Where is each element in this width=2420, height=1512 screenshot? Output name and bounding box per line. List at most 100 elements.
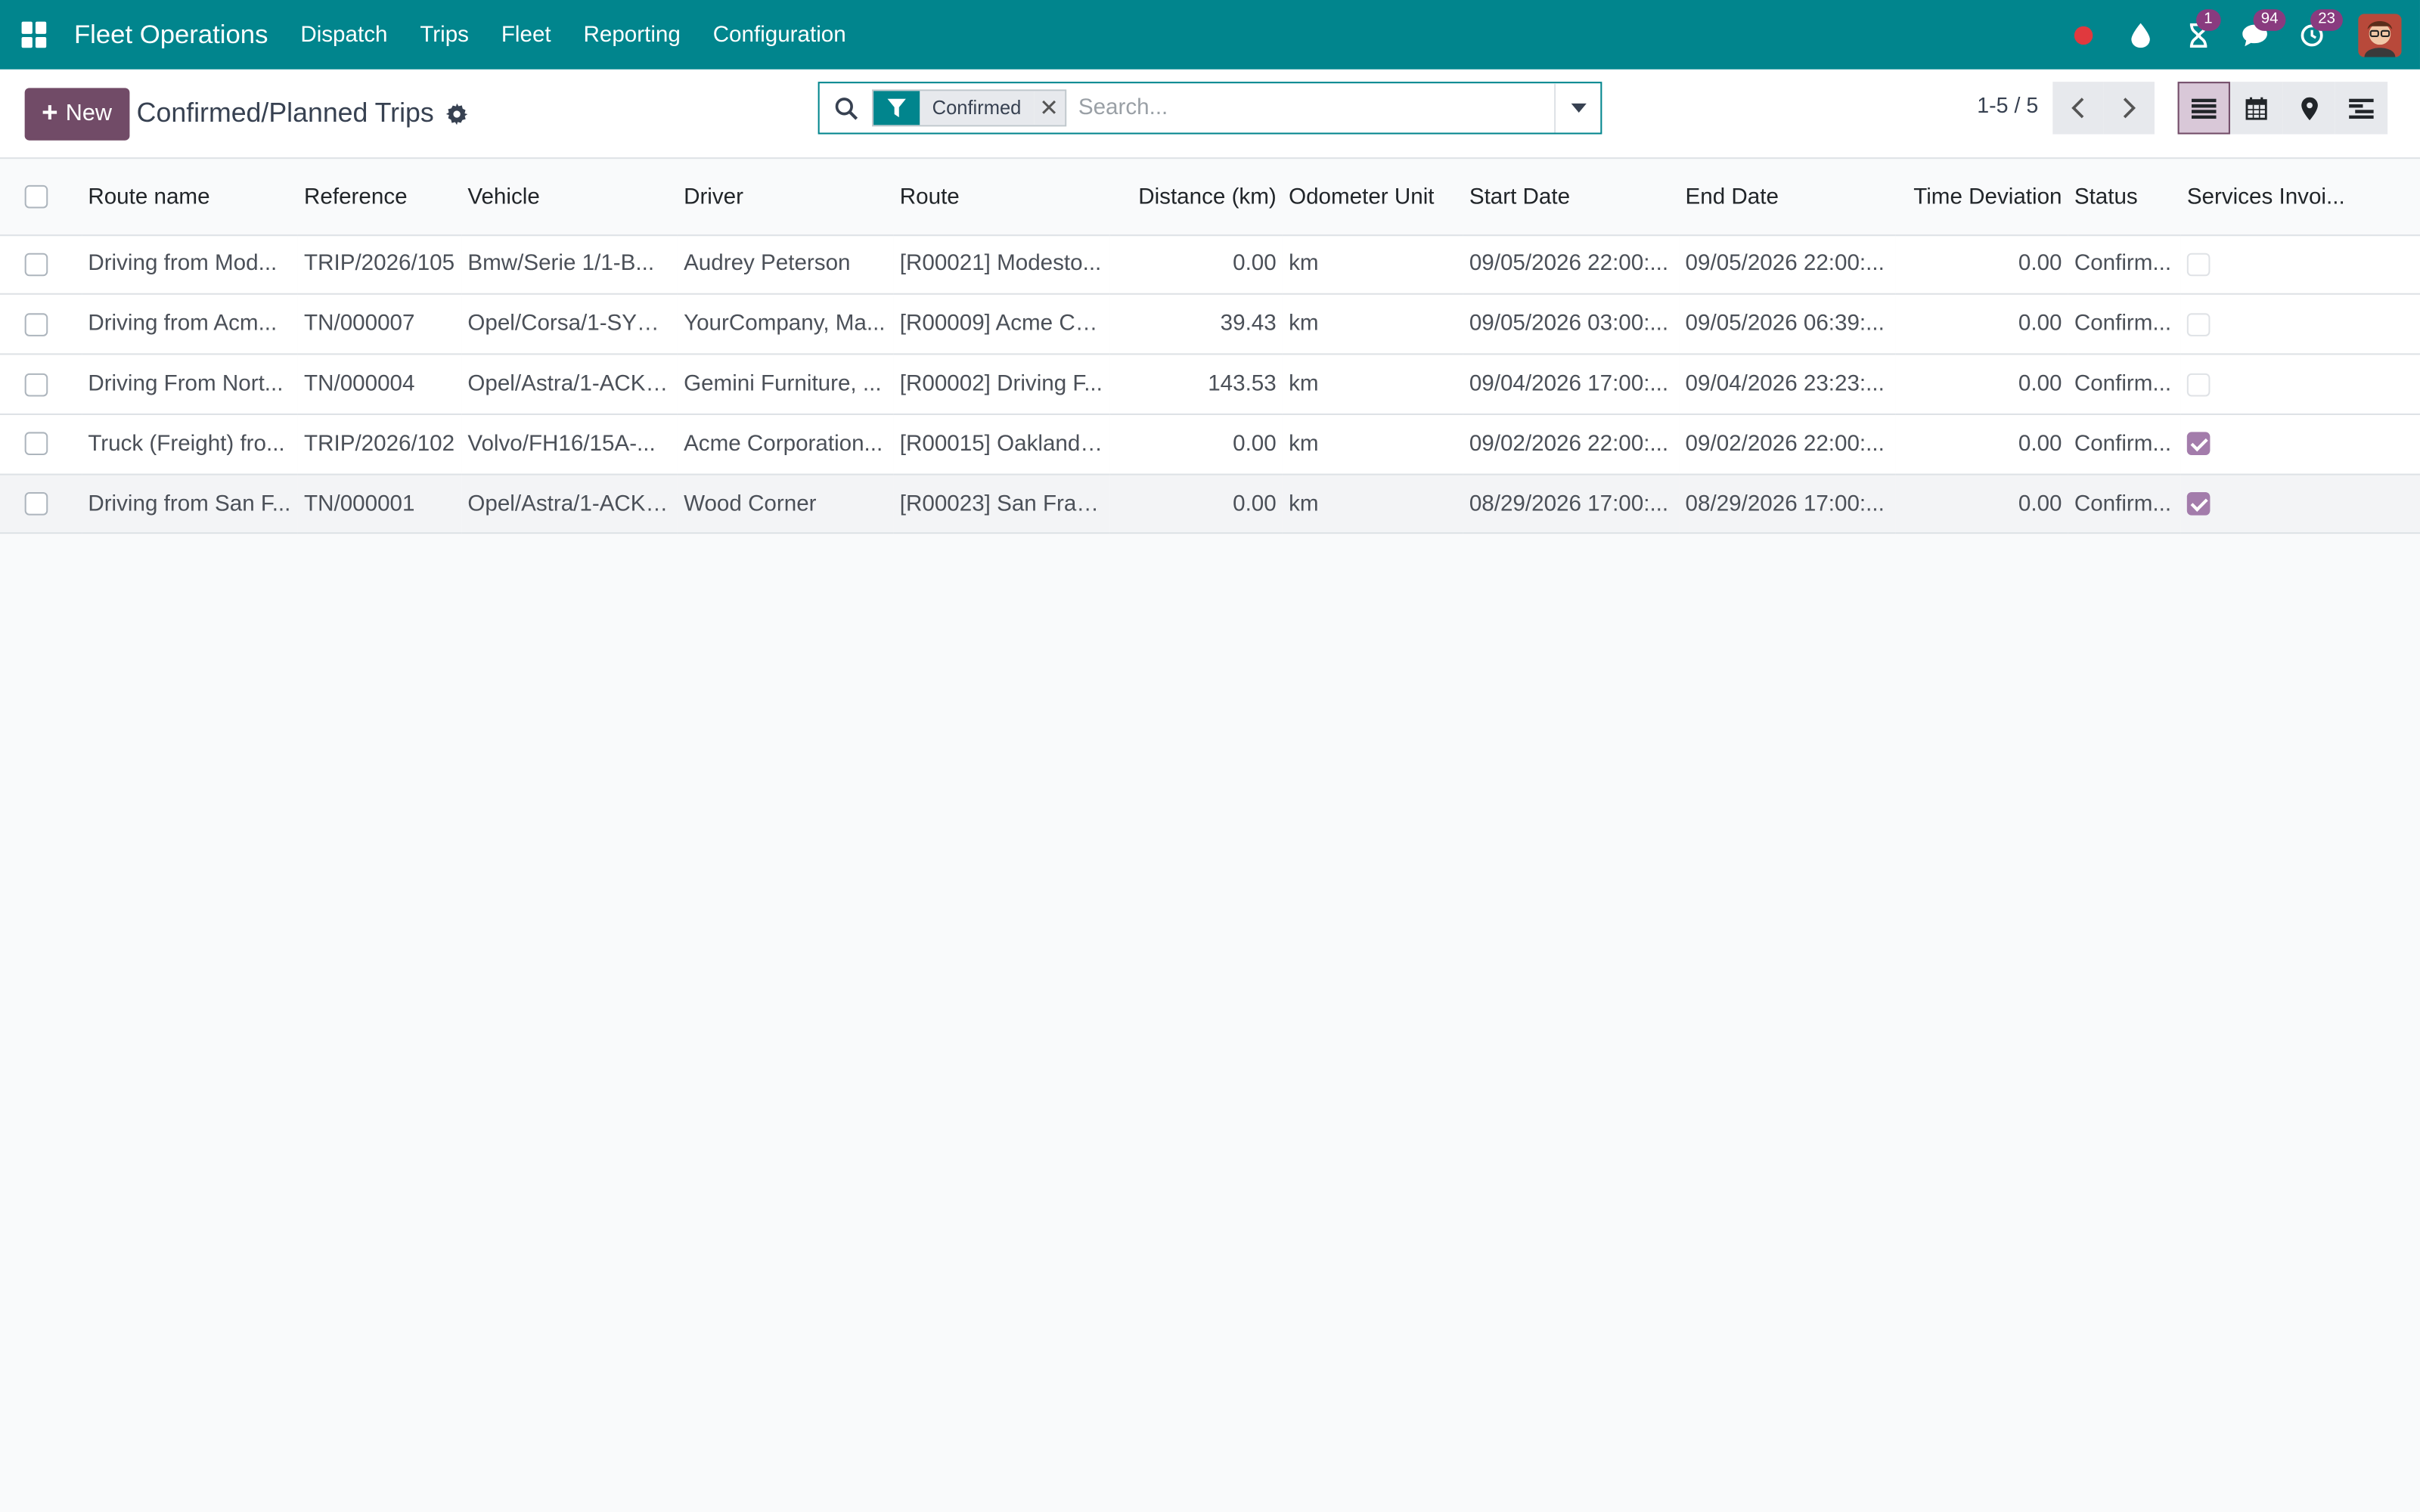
gear-icon[interactable] — [446, 102, 468, 125]
select-all-checkbox[interactable] — [24, 185, 48, 209]
cell-unit[interactable]: km — [1283, 294, 1463, 354]
col-distance[interactable]: Distance (km) — [1109, 160, 1283, 236]
cell-distance[interactable]: 143.53 — [1109, 355, 1283, 414]
cell-driver[interactable]: Wood Corner — [678, 474, 894, 534]
cell-start-date[interactable]: 09/04/2026 17:00:... — [1463, 355, 1680, 414]
cell-vehicle[interactable]: Opel/Corsa/1-SYN... — [461, 294, 678, 354]
cell-start-date[interactable]: 09/02/2026 22:00:... — [1463, 414, 1680, 474]
cell-start-date[interactable]: 08/29/2026 17:00:... — [1463, 474, 1680, 534]
cell-unit[interactable]: km — [1283, 414, 1463, 474]
col-start-date[interactable]: Start Date — [1463, 160, 1680, 236]
cell-driver[interactable]: YourCompany, Ma... — [678, 294, 894, 354]
cell-time-deviation[interactable]: 0.00 — [1895, 234, 2068, 294]
cell-distance[interactable]: 0.00 — [1109, 474, 1283, 534]
cell-start-date[interactable]: 09/05/2026 22:00:... — [1463, 234, 1680, 294]
col-route[interactable]: Route — [893, 160, 1110, 236]
calendar-view-button[interactable] — [2229, 82, 2283, 135]
search-input[interactable] — [1066, 95, 1555, 121]
cell-status[interactable]: Confirm... — [2068, 474, 2181, 534]
table-row[interactable]: Driving from San F... TN/000001 Opel/Ast… — [0, 473, 2420, 534]
cell-route-name[interactable]: Driving from Acm... — [82, 294, 298, 354]
row-checkbox[interactable] — [24, 373, 48, 396]
remove-facet-icon[interactable]: ✕ — [1033, 91, 1065, 125]
cell-status[interactable]: Confirm... — [2068, 355, 2181, 414]
messages-icon[interactable]: 94 — [2239, 8, 2286, 51]
cell-time-deviation[interactable]: 0.00 — [1895, 294, 2068, 354]
menu-dispatch[interactable]: Dispatch — [300, 23, 387, 48]
cell-route-name[interactable]: Driving From Nort... — [82, 355, 298, 414]
table-row[interactable]: Truck (Freight) fro... TRIP/2026/102 Vol… — [0, 414, 2420, 474]
col-route-name[interactable]: Route name — [82, 160, 298, 236]
cell-end-date[interactable]: 09/02/2026 22:00:... — [1679, 414, 1895, 474]
table-row[interactable]: Driving from Acm... TN/000007 Opel/Corsa… — [0, 294, 2420, 355]
col-driver[interactable]: Driver — [677, 160, 894, 236]
cell-start-date[interactable]: 09/05/2026 03:00:... — [1463, 294, 1680, 354]
col-odometer-unit[interactable]: Odometer Unit — [1282, 160, 1463, 236]
menu-trips[interactable]: Trips — [420, 23, 469, 48]
cell-driver[interactable]: Acme Corporation... — [678, 414, 894, 474]
row-checkbox[interactable] — [24, 492, 48, 516]
col-vehicle[interactable]: Vehicle — [461, 160, 678, 236]
cell-route[interactable]: [R00015] Oakland ... — [894, 414, 1110, 474]
cell-status[interactable]: Confirm... — [2068, 294, 2181, 354]
cell-end-date[interactable]: 09/05/2026 22:00:... — [1679, 234, 1895, 294]
cell-route-name[interactable]: Driving from Mod... — [82, 234, 298, 294]
cell-route[interactable]: [R00002] Driving F... — [894, 355, 1110, 414]
cell-route-name[interactable]: Driving from San F... — [82, 474, 298, 534]
cell-distance[interactable]: 0.00 — [1109, 414, 1283, 474]
apps-menu-icon[interactable] — [21, 21, 48, 48]
hourglass-icon[interactable]: 1 — [2183, 8, 2220, 51]
gantt-view-button[interactable] — [2335, 82, 2388, 135]
pager-value[interactable]: 1-5 / 5 — [1977, 92, 2038, 117]
cell-end-date[interactable]: 09/05/2026 06:39:... — [1679, 294, 1895, 354]
pager-previous-button[interactable] — [2052, 82, 2104, 135]
col-reference[interactable]: Reference — [297, 160, 462, 236]
list-view-button[interactable] — [2177, 82, 2230, 135]
cell-driver[interactable]: Gemini Furniture, ... — [678, 355, 894, 414]
cell-end-date[interactable]: 08/29/2026 17:00:... — [1679, 474, 1895, 534]
cell-distance[interactable]: 39.43 — [1109, 294, 1283, 354]
recording-icon[interactable] — [2068, 20, 2099, 51]
cell-vehicle[interactable]: Opel/Astra/1-ACK-... — [461, 474, 678, 534]
cell-reference[interactable]: TN/000007 — [298, 294, 461, 354]
cell-vehicle[interactable]: Bmw/Serie 1/1-B... — [461, 234, 678, 294]
cell-reference[interactable]: TRIP/2026/102 — [298, 414, 461, 474]
col-time-deviation[interactable]: Time Deviation — [1895, 160, 2068, 236]
cell-distance[interactable]: 0.00 — [1109, 234, 1283, 294]
pager-next-button[interactable] — [2103, 82, 2155, 135]
cell-unit[interactable]: km — [1283, 355, 1463, 414]
cell-route[interactable]: [R00009] Acme Co... — [894, 294, 1110, 354]
drop-icon[interactable] — [2125, 20, 2156, 51]
cell-reference[interactable]: TRIP/2026/105 — [298, 234, 461, 294]
row-checkbox[interactable] — [24, 432, 48, 456]
cell-status[interactable]: Confirm... — [2068, 414, 2181, 474]
menu-fleet[interactable]: Fleet — [501, 23, 551, 48]
cell-route[interactable]: [R00023] San Fran... — [894, 474, 1110, 534]
col-end-date[interactable]: End Date — [1679, 160, 1896, 236]
menu-configuration[interactable]: Configuration — [713, 23, 846, 48]
table-row[interactable]: Driving From Nort... TN/000004 Opel/Astr… — [0, 354, 2420, 414]
col-status[interactable]: Status — [2068, 160, 2181, 236]
timer-icon[interactable]: 23 — [2297, 8, 2344, 51]
cell-vehicle[interactable]: Opel/Astra/1-ACK-... — [461, 355, 678, 414]
cell-status[interactable]: Confirm... — [2068, 234, 2181, 294]
row-checkbox[interactable] — [24, 312, 48, 336]
cell-reference[interactable]: TN/000004 — [298, 355, 461, 414]
user-avatar[interactable] — [2358, 13, 2402, 57]
cell-time-deviation[interactable]: 0.00 — [1895, 474, 2068, 534]
cell-end-date[interactable]: 09/04/2026 23:23:... — [1679, 355, 1895, 414]
cell-unit[interactable]: km — [1283, 474, 1463, 534]
cell-time-deviation[interactable]: 0.00 — [1895, 355, 2068, 414]
cell-route-name[interactable]: Truck (Freight) fro... — [82, 414, 298, 474]
col-services-invoiced[interactable]: Services Invoi... — [2180, 160, 2420, 236]
cell-time-deviation[interactable]: 0.00 — [1895, 414, 2068, 474]
cell-reference[interactable]: TN/000001 — [298, 474, 461, 534]
map-view-button[interactable] — [2282, 82, 2335, 135]
table-row[interactable]: Driving from Mod... TRIP/2026/105 Bmw/Se… — [0, 234, 2420, 295]
cell-vehicle[interactable]: Volvo/FH16/15A-... — [461, 414, 678, 474]
new-button[interactable]: + New — [24, 87, 129, 140]
app-title[interactable]: Fleet Operations — [74, 20, 268, 51]
search-icon[interactable] — [820, 97, 872, 120]
cell-unit[interactable]: km — [1283, 234, 1463, 294]
cell-driver[interactable]: Audrey Peterson — [678, 234, 894, 294]
